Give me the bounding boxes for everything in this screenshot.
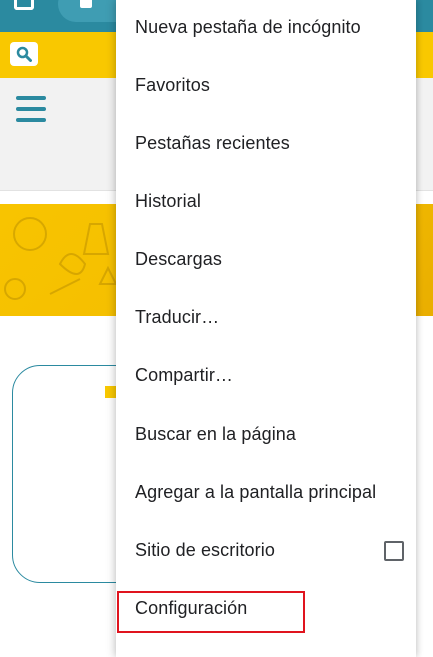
menu-item-share[interactable]: Compartir… (116, 346, 416, 404)
menu-item-desktop-site[interactable]: Sitio de escritorio (116, 521, 416, 579)
menu-item-history[interactable]: Historial (116, 172, 416, 230)
menu-item-recent-tabs[interactable]: Pestañas recientes (116, 114, 416, 172)
menu-item-new-incognito-tab[interactable]: Nueva pestaña de incógnito (116, 0, 416, 56)
menu-item-add-to-home-screen[interactable]: Agregar a la pantalla principal (116, 463, 416, 521)
menu-item-label: Agregar a la pantalla principal (135, 481, 377, 502)
tab-switcher-icon[interactable] (14, 0, 34, 10)
menu-item-settings[interactable]: Configuración (116, 579, 416, 637)
search-icon (16, 46, 32, 62)
menu-item-label: Descargas (135, 248, 222, 269)
menu-item-label: Buscar en la página (135, 423, 297, 444)
menu-item-label: Pestañas recientes (135, 132, 290, 153)
menu-item-label: Configuración (135, 597, 248, 618)
menu-item-translate[interactable]: Traducir… (116, 288, 416, 346)
menu-item-label: Historial (135, 190, 201, 211)
menu-item-label: Sitio de escritorio (135, 539, 275, 560)
site-search-button[interactable] (10, 42, 38, 66)
overflow-menu: Nueva pestaña de incógnito Favoritos Pes… (116, 0, 416, 657)
desktop-site-checkbox[interactable] (384, 541, 404, 561)
menu-item-label: Compartir… (135, 364, 234, 385)
menu-item-label: Traducir… (135, 306, 220, 327)
page-icon (80, 0, 92, 8)
hamburger-menu-icon[interactable] (16, 96, 46, 122)
menu-item-find-in-page[interactable]: Buscar en la página (116, 405, 416, 463)
menu-item-label: Nueva pestaña de incógnito (135, 16, 361, 37)
menu-item-downloads[interactable]: Descargas (116, 230, 416, 288)
menu-item-bookmarks[interactable]: Favoritos (116, 56, 416, 114)
menu-item-label: Favoritos (135, 74, 210, 95)
